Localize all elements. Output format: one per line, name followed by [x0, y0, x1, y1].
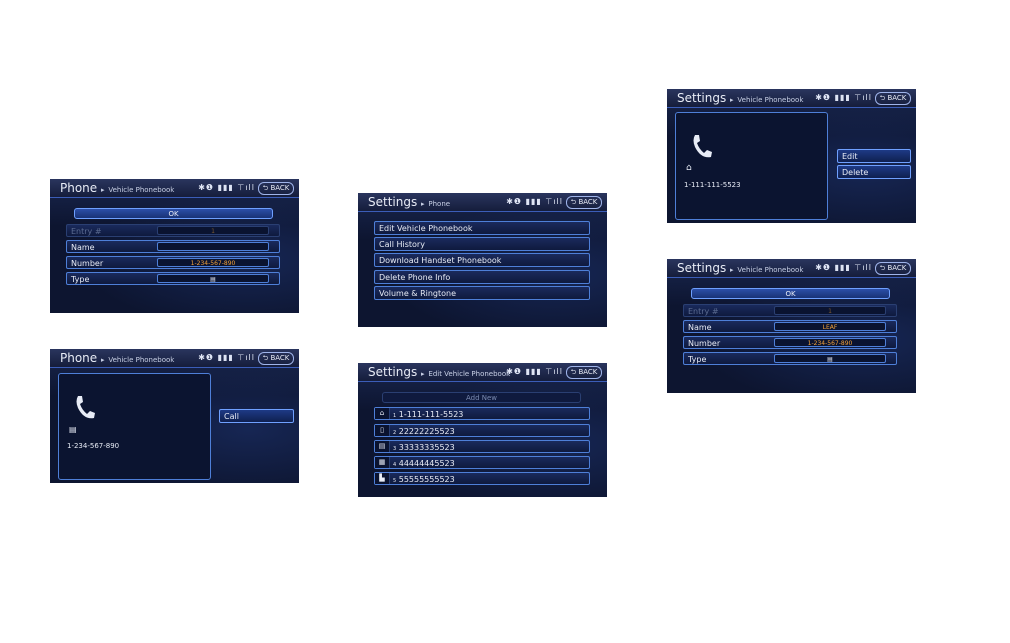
phonebook-entry[interactable]: ▙ 5 55555555523 [374, 472, 590, 485]
status-icons: ✱❶ ▮▮▮ ⊤ıll [506, 197, 563, 206]
home-icon: ⌂ [375, 408, 390, 419]
back-button[interactable]: ⮌ BACK [258, 182, 294, 195]
ok-button[interactable]: OK [691, 288, 890, 299]
phonebook-entry[interactable]: ▯ 2 22222225523 [374, 424, 590, 437]
screen-subtitle: Vehicle Phonebook [108, 356, 175, 364]
screen-subtitle: Vehicle Phonebook [737, 266, 804, 274]
menu-item-edit-vehicle-phonebook[interactable]: Edit Vehicle Phonebook [374, 221, 590, 235]
screen-edit-vehicle-phonebook: Settings ▸ Edit Vehicle Phonebook ✱❶ ▮▮▮… [358, 363, 607, 497]
back-button[interactable]: ⮌ BACK [566, 366, 602, 379]
delete-button[interactable]: Delete [837, 165, 911, 179]
header-bar: Phone ▸ Vehicle Phonebook ✱❶ ▮▮▮ ⊤ıll ⮌ … [50, 179, 299, 198]
screen-title: Settings ▸ Edit Vehicle Phonebook [368, 365, 511, 379]
mobile-icon: ▯ [375, 425, 390, 436]
edit-button[interactable]: Edit [837, 149, 911, 163]
screen-settings-phone: Settings ▸ Phone ✱❶ ▮▮▮ ⊤ıll ⮌ BACK Edit… [358, 193, 607, 327]
header-bar: Settings ▸ Phone ✱❶ ▮▮▮ ⊤ıll ⮌ BACK [358, 193, 607, 212]
back-button[interactable]: ⮌ BACK [566, 196, 602, 209]
header-bar: Settings ▸ Vehicle Phonebook ✱❶ ▮▮▮ ⊤ıll… [667, 89, 916, 108]
work-icon: ▤ [375, 441, 390, 452]
ok-button[interactable]: OK [74, 208, 273, 219]
screen-phone-entry-detail: Phone ▸ Vehicle Phonebook ✱❶ ▮▮▮ ⊤ıll ⮌ … [50, 349, 299, 483]
contact-panel [58, 373, 211, 480]
screen-title: Phone ▸ Vehicle Phonebook [60, 181, 175, 195]
header-bar: Phone ▸ Vehicle Phonebook ✱❶ ▮▮▮ ⊤ıll ⮌ … [50, 349, 299, 368]
back-button[interactable]: ⮌ BACK [258, 352, 294, 365]
status-icons: ✱❶ ▮▮▮ ⊤ıll [198, 353, 255, 362]
screen-title: Settings ▸ Vehicle Phonebook [677, 91, 804, 105]
screen-title: Phone ▸ Vehicle Phonebook [60, 351, 175, 365]
phonebook-entry[interactable]: ⌂ 1 1-111-111-5523 [374, 407, 590, 420]
name-value[interactable]: LEAF [774, 322, 886, 331]
phonebook-entry[interactable]: ▤ 3 33333335523 [374, 440, 590, 453]
menu-item-call-history[interactable]: Call History [374, 237, 590, 251]
number-value[interactable]: 1-234-567-890 [774, 338, 886, 347]
status-icons: ✱❶ ▮▮▮ ⊤ıll [506, 367, 563, 376]
contact-number: 1-111-111-5523 [684, 181, 741, 189]
phonebook-entry[interactable]: ▦ 4 44444445523 [374, 456, 590, 469]
screen-settings-entry-detail: Settings ▸ Vehicle Phonebook ✱❶ ▮▮▮ ⊤ıll… [667, 89, 916, 223]
other-icon: ▙ [375, 473, 390, 484]
screen-settings-edit-entry: Settings ▸ Vehicle Phonebook ✱❶ ▮▮▮ ⊤ıll… [667, 259, 916, 393]
phone-handset-icon [76, 396, 95, 419]
screen-subtitle: Vehicle Phonebook [108, 186, 175, 194]
screen-subtitle: Edit Vehicle Phonebook [428, 370, 511, 378]
type-icon: ▤ [69, 425, 77, 434]
type-value[interactable]: ▤ [157, 274, 269, 283]
entry-number-value: 1 [157, 226, 269, 235]
contact-number: 1-234-567-890 [67, 442, 120, 450]
screen-title: Settings ▸ Vehicle Phonebook [677, 261, 804, 275]
screen-phone-edit-entry: Phone ▸ Vehicle Phonebook ✱❶ ▮▮▮ ⊤ıll ⮌ … [50, 179, 299, 313]
status-icons: ✱❶ ▮▮▮ ⊤ıll [815, 263, 872, 272]
type-value[interactable]: ▤ [774, 354, 886, 363]
home-icon: ⌂ [686, 163, 692, 173]
back-button[interactable]: ⮌ BACK [875, 92, 911, 105]
menu-item-volume-ringtone[interactable]: Volume & Ringtone [374, 286, 590, 300]
screen-subtitle: Vehicle Phonebook [737, 96, 804, 104]
header-bar: Settings ▸ Edit Vehicle Phonebook ✱❶ ▮▮▮… [358, 363, 607, 382]
status-icons: ✱❶ ▮▮▮ ⊤ıll [198, 183, 255, 192]
menu-item-download-handset-phonebook[interactable]: Download Handset Phonebook [374, 253, 590, 267]
phone-handset-icon [693, 135, 712, 158]
number-value[interactable]: 1-234-567-890 [157, 258, 269, 267]
screen-subtitle: Phone [428, 200, 451, 208]
back-button[interactable]: ⮌ BACK [875, 262, 911, 275]
building-icon: ▦ [375, 457, 390, 468]
call-button[interactable]: Call [219, 409, 294, 423]
contact-panel [675, 112, 828, 220]
status-icons: ✱❶ ▮▮▮ ⊤ıll [815, 93, 872, 102]
entry-number-value: 1 [774, 306, 886, 315]
name-value[interactable] [157, 242, 269, 251]
add-new-button[interactable]: Add New [382, 392, 581, 403]
screen-title: Settings ▸ Phone [368, 195, 451, 209]
header-bar: Settings ▸ Vehicle Phonebook ✱❶ ▮▮▮ ⊤ıll… [667, 259, 916, 278]
menu-item-delete-phone-info[interactable]: Delete Phone Info [374, 270, 590, 284]
